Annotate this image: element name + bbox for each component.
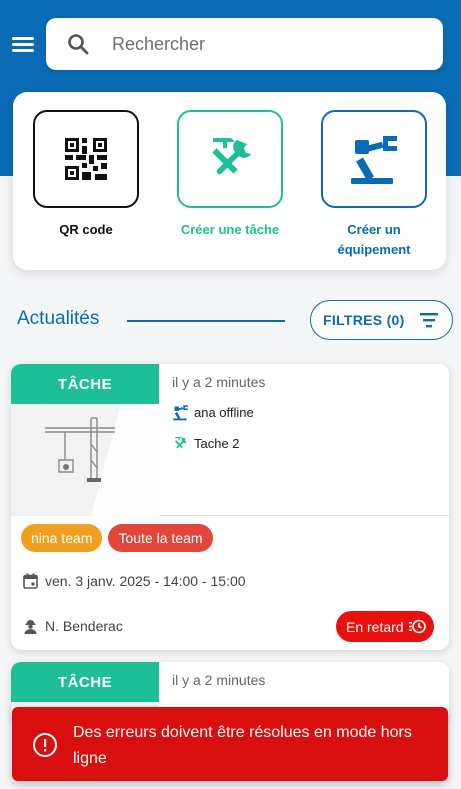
card-tags: nina team Toute la team: [21, 524, 213, 552]
news-title: Actualités: [17, 308, 100, 329]
create-equipment-button[interactable]: Créer un équipement: [321, 110, 427, 260]
worker-icon: [24, 619, 37, 634]
team-tag[interactable]: Toute la team: [108, 524, 213, 552]
calendar-icon: [23, 573, 38, 589]
qr-code-icon: [65, 138, 107, 180]
filters-label: FILTRES (0): [323, 312, 405, 328]
error-circle-icon: [33, 733, 57, 757]
card-user-row: N. Benderac: [23, 618, 123, 634]
card-type-badge: TÂCHE: [11, 364, 159, 404]
create-task-label: Créer une tâche: [180, 222, 280, 237]
offline-error-toast[interactable]: Des erreurs doivent être résolues en mod…: [12, 707, 448, 781]
late-status-badge: En retard: [336, 611, 434, 642]
qr-code-tile[interactable]: [33, 110, 139, 208]
news-card[interactable]: TÂCHE il y a 2 minutes ana offline Tache…: [11, 364, 449, 650]
late-status-label: En retard: [346, 618, 404, 635]
search-icon: [68, 34, 89, 55]
qr-code-button[interactable]: QR code: [33, 110, 139, 240]
create-task-button[interactable]: Créer une tâche: [177, 110, 283, 240]
menu-icon[interactable]: [12, 35, 36, 55]
create-equipment-label: Créer un équipement: [321, 220, 427, 260]
card-equipment-name: ana offline: [194, 405, 254, 420]
crane-arm-icon: [173, 405, 188, 421]
team-tag[interactable]: nina team: [21, 524, 103, 552]
search-bar[interactable]: [46, 18, 443, 70]
card-date-row: ven. 3 janv. 2025 - 14:00 - 15:00: [23, 573, 246, 589]
create-equipment-label-line1: Créer un: [347, 222, 401, 237]
tools-icon: [212, 138, 251, 175]
card-task-name: Tache 2: [194, 436, 240, 451]
card-time: il y a 2 minutes: [172, 374, 266, 390]
crane-arm-icon: [351, 136, 397, 184]
card-equipment-row: ana offline: [172, 404, 254, 421]
create-task-tile[interactable]: [177, 110, 283, 208]
card-date: ven. 3 janv. 2025 - 14:00 - 15:00: [45, 573, 246, 589]
search-input[interactable]: [112, 30, 422, 58]
clock-alert-icon: [409, 619, 426, 634]
card-type-badge: TÂCHE: [11, 662, 159, 702]
news-divider: [127, 320, 285, 322]
card-task-row: Tache 2: [172, 435, 240, 452]
quick-actions-card: QR code Créer une tâche Créer un équipem…: [13, 92, 446, 270]
qr-code-label: QR code: [59, 222, 113, 237]
card-time: il y a 2 minutes: [172, 672, 266, 688]
create-equipment-tile[interactable]: [321, 110, 427, 208]
filters-button[interactable]: FILTRES (0): [310, 300, 453, 340]
card-user-name: N. Benderac: [45, 618, 123, 634]
crane-illustration-icon: [45, 404, 159, 516]
equipment-thumbnail: [11, 404, 159, 516]
card-divider: [159, 515, 449, 516]
create-equipment-label-line2: équipement: [337, 242, 411, 257]
toast-message: Des erreurs doivent être résolues en mod…: [73, 724, 412, 767]
filter-lines-icon: [420, 313, 438, 328]
tools-icon: [174, 436, 188, 449]
